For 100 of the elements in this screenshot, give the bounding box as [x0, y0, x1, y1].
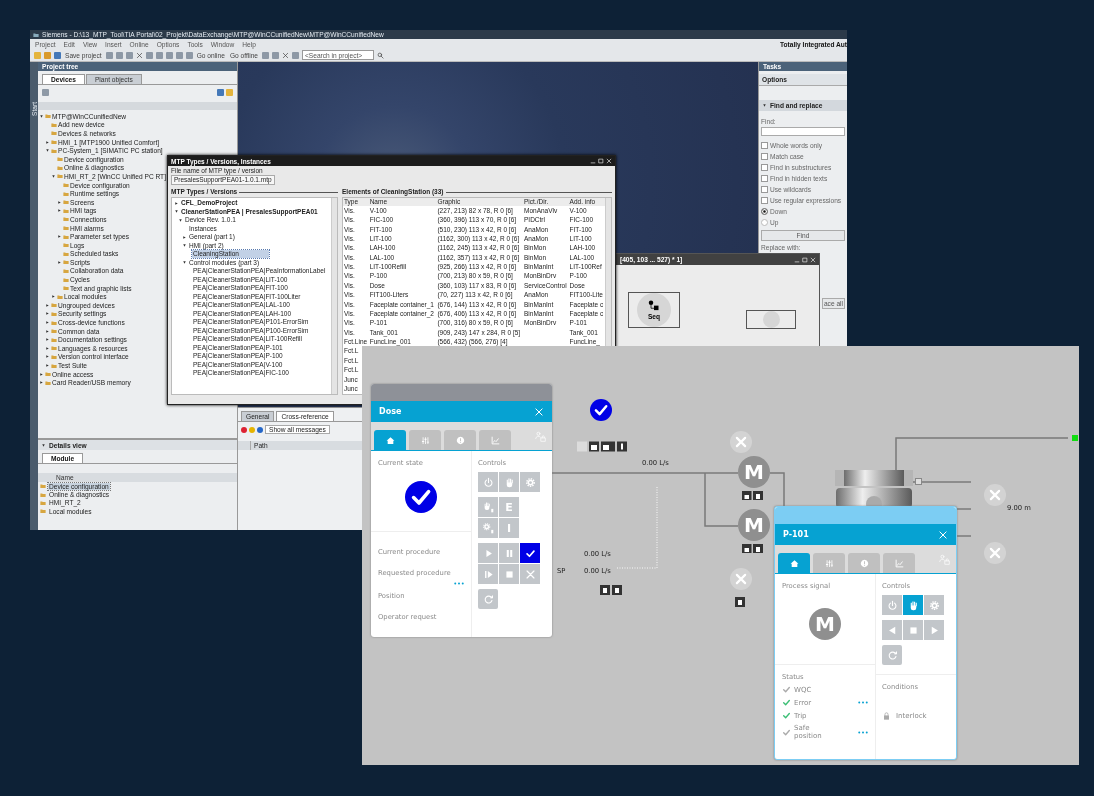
home-tab[interactable] — [374, 430, 406, 450]
open-project-icon[interactable] — [44, 51, 51, 59]
more-icon[interactable] — [858, 730, 868, 734]
caret-icon[interactable] — [762, 103, 767, 108]
gear-icon — [928, 599, 940, 611]
save-icon[interactable] — [54, 51, 61, 59]
sliders-tab[interactable] — [409, 430, 441, 450]
cancel-icon[interactable] — [984, 542, 1006, 564]
step-icon — [482, 568, 494, 580]
play-button[interactable] — [478, 543, 498, 563]
alert-tab[interactable] — [848, 553, 880, 573]
trend-chart-tab[interactable] — [883, 553, 915, 573]
checkbox[interactable] — [761, 197, 768, 204]
cancel-icon[interactable] — [984, 484, 1006, 506]
alert-icon — [859, 558, 869, 568]
caret-icon[interactable] — [45, 148, 50, 154]
caret-icon[interactable] — [45, 311, 50, 317]
gear-icon — [524, 476, 536, 488]
caret-icon[interactable] — [45, 354, 50, 360]
gear-button[interactable] — [520, 472, 540, 492]
checkbox[interactable] — [761, 164, 768, 171]
caret-icon[interactable] — [178, 217, 183, 223]
gear-bottle-icon — [482, 522, 494, 534]
hand-bottle-icon — [482, 501, 494, 513]
maximize-icon[interactable] — [802, 256, 808, 263]
radio-button[interactable] — [761, 219, 768, 226]
step-button[interactable] — [478, 564, 498, 584]
pipe-line — [769, 472, 785, 507]
caret-icon[interactable] — [57, 234, 62, 240]
toolbar-icon[interactable] — [292, 51, 299, 59]
left-triangle-icon — [886, 624, 898, 636]
close-icon[interactable] — [282, 51, 289, 59]
radio-button[interactable] — [761, 208, 768, 215]
caret-icon[interactable] — [57, 208, 62, 214]
stop-button[interactable] — [903, 620, 923, 640]
power-button[interactable] — [478, 472, 498, 492]
caret-icon[interactable] — [182, 260, 187, 266]
search-icon[interactable] — [377, 51, 384, 59]
caret-icon[interactable] — [57, 199, 62, 205]
caret-icon[interactable] — [45, 302, 50, 308]
caret-icon[interactable] — [51, 294, 56, 300]
connector-icon — [915, 478, 922, 485]
gear-bottle-button[interactable] — [478, 518, 498, 538]
faceplate-title: Dose — [379, 407, 402, 416]
right-triangle-button[interactable] — [924, 620, 944, 640]
lock-hand-indicators-drawing — [742, 491, 763, 500]
caret-icon[interactable] — [45, 345, 50, 351]
new-project-icon[interactable] — [34, 51, 41, 59]
reset-icon — [886, 649, 898, 661]
error-filter-icon[interactable] — [241, 426, 247, 433]
caret-icon[interactable] — [45, 337, 50, 343]
checkbox[interactable] — [761, 175, 768, 182]
app-icon — [33, 31, 39, 38]
trend-chart-tab[interactable] — [479, 430, 511, 450]
hand-button[interactable] — [903, 595, 923, 615]
alert-icon — [455, 435, 465, 445]
maximize-icon[interactable] — [598, 158, 604, 164]
caret-icon[interactable] — [174, 200, 179, 206]
caret-icon[interactable] — [45, 363, 50, 368]
power-button[interactable] — [882, 595, 902, 615]
checkbox[interactable] — [761, 153, 768, 160]
state-check-icon — [590, 399, 612, 421]
alert-tab[interactable] — [444, 430, 476, 450]
caret-icon[interactable] — [45, 328, 50, 334]
caret-icon[interactable] — [45, 139, 50, 145]
left-triangle-button[interactable] — [882, 620, 902, 640]
reset-button[interactable] — [882, 645, 902, 665]
reset-button[interactable] — [478, 589, 498, 609]
caret-icon[interactable] — [45, 320, 50, 326]
sliders-tab[interactable] — [813, 553, 845, 573]
stop-icon — [503, 568, 515, 580]
home-tab[interactable] — [778, 553, 810, 573]
stop-icon — [907, 624, 919, 636]
sequence-icon — [648, 300, 660, 312]
caret-icon[interactable] — [57, 259, 62, 265]
delete-icon[interactable] — [135, 51, 143, 59]
caret-icon[interactable] — [182, 234, 187, 240]
gear-button[interactable] — [924, 595, 944, 615]
cancel-icon — [524, 568, 536, 580]
hand-button[interactable] — [499, 472, 519, 492]
find-field[interactable] — [761, 127, 845, 136]
cancel-icon[interactable] — [730, 431, 752, 453]
more-icon[interactable] — [454, 582, 464, 585]
checkbox[interactable] — [761, 186, 768, 193]
caret-icon[interactable] — [174, 209, 179, 215]
check-button[interactable] — [520, 543, 540, 563]
more-icon[interactable] — [858, 701, 868, 704]
caret-icon[interactable] — [51, 173, 56, 179]
caret-icon[interactable] — [41, 442, 46, 448]
info-filter-icon[interactable] — [257, 426, 263, 433]
sliders-icon — [420, 435, 430, 445]
check-icon — [524, 547, 536, 559]
cancel-icon[interactable] — [730, 568, 752, 590]
mode-indicators-drawing — [577, 441, 629, 452]
graphic-block[interactable] — [746, 310, 796, 329]
sliders-icon — [824, 558, 834, 568]
caret-icon[interactable] — [182, 243, 187, 249]
hand-bottle-button[interactable] — [478, 497, 498, 517]
lock-icon — [882, 711, 891, 721]
checkbox[interactable] — [761, 142, 768, 149]
